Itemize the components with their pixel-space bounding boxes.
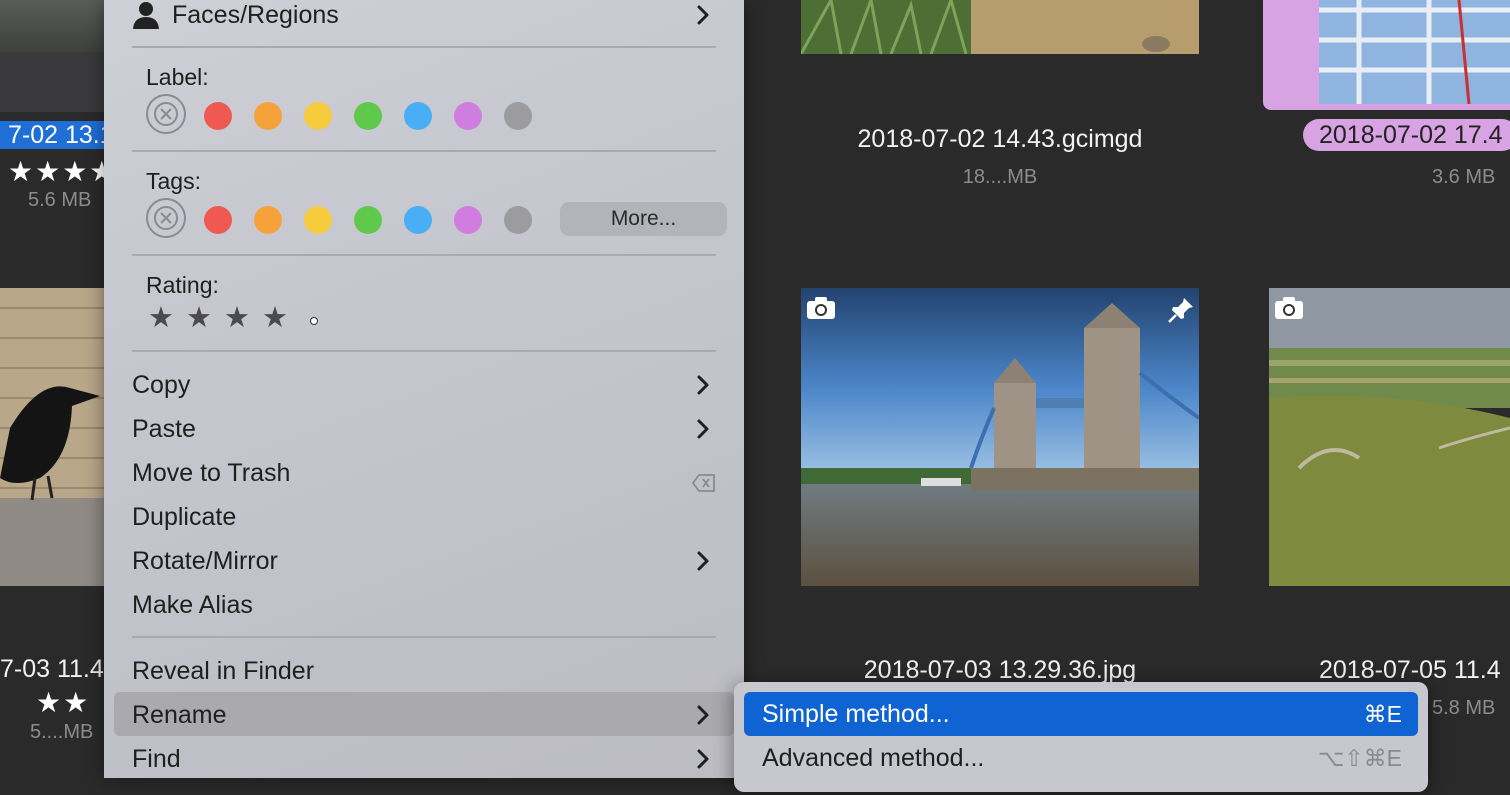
label-gray[interactable] [504, 102, 532, 130]
menu-item-label: Faces/Regions [172, 1, 339, 29]
label-red[interactable] [204, 102, 232, 130]
thumbnail-crow[interactable] [0, 288, 104, 586]
caption-mid-top[interactable]: 2018-07-02 14.43.gcimgd [801, 125, 1199, 154]
menu-item-label: Duplicate [132, 503, 237, 531]
tag-colors [146, 198, 546, 242]
chevron-right-icon [692, 693, 714, 737]
separator [132, 254, 716, 256]
keyboard-shortcut: ⌘E [1363, 701, 1402, 727]
tag-orange[interactable] [254, 206, 282, 234]
menu-item-label: Copy [132, 371, 191, 399]
menu-item-rename[interactable]: Rename [132, 693, 716, 737]
caption-left-bottom[interactable]: 7-03 11.4 [0, 655, 104, 684]
tag-yellow[interactable] [304, 206, 332, 234]
submenu-item-simple-method[interactable]: Simple method... ⌘E [744, 692, 1418, 736]
rating-star-2[interactable]: ★ [186, 300, 212, 335]
camera-icon [806, 296, 836, 320]
menu-item-faces-regions[interactable]: Faces/Regions [132, 0, 716, 37]
rating-star-3[interactable]: ★ [224, 300, 250, 335]
label-colors [146, 94, 546, 138]
menu-item-reveal-in-finder[interactable]: Reveal in Finder [132, 649, 716, 693]
menu-item-label: Paste [132, 415, 196, 443]
menu-item-find[interactable]: Find [132, 737, 716, 781]
menu-item-label: Rename [132, 701, 227, 729]
submenu-item-label: Simple method... [762, 700, 950, 728]
menu-item-make-alias[interactable]: Make Alias [132, 583, 716, 627]
label-orange[interactable] [254, 102, 282, 130]
submenu-item-advanced-method[interactable]: Advanced method... ⌥⇧⌘E [744, 736, 1418, 780]
separator [132, 636, 716, 638]
size-right-bottom: 5.8 MB [1432, 697, 1496, 719]
delete-key-icon [691, 463, 716, 492]
thumbnail-tower-bridge[interactable] [801, 288, 1199, 586]
person-icon [132, 0, 160, 30]
rename-submenu: Simple method... ⌘E Advanced method... ⌥… [734, 682, 1428, 792]
chevron-right-icon [692, 0, 714, 37]
caption-right-top[interactable]: 2018-07-02 17.4 [1303, 119, 1510, 151]
menu-item-label: Move to Trash [132, 459, 291, 487]
menu-item-paste[interactable]: Paste [132, 407, 716, 451]
submenu-item-label: Advanced method... [762, 744, 985, 772]
label-section-title: Label: [146, 64, 209, 90]
separator [132, 150, 716, 152]
separator [132, 46, 716, 48]
size-mid-top: 18....MB [962, 166, 1038, 188]
tag-green[interactable] [354, 206, 382, 234]
tag-blue[interactable] [404, 206, 432, 234]
rating-section-title: Rating: [146, 272, 219, 298]
chevron-right-icon [692, 407, 714, 451]
thumbnail-grass[interactable] [801, 0, 1199, 54]
pin-icon [1167, 296, 1197, 323]
label-green[interactable] [354, 102, 382, 130]
label-yellow[interactable] [304, 102, 332, 130]
label-purple[interactable] [454, 102, 482, 130]
thumbnail-top-left[interactable] [0, 0, 104, 52]
rating-star-1[interactable]: ★ [148, 300, 174, 335]
rating-left-bottom: ★★ [36, 687, 91, 718]
thumbnail-building-selected[interactable] [1263, 0, 1510, 110]
menu-item-label: Make Alias [132, 591, 253, 619]
menu-item-copy[interactable]: Copy [132, 363, 716, 407]
rating-left-top: ★★★★ [8, 156, 117, 187]
menu-item-rotate-mirror[interactable]: Rotate/Mirror [132, 539, 716, 583]
chevron-right-icon [692, 539, 714, 583]
tag-gray[interactable] [504, 206, 532, 234]
chevron-right-icon [692, 737, 714, 781]
size-right-top: 3.6 MB [1432, 166, 1496, 188]
rating-star-5-empty[interactable] [310, 317, 318, 325]
menu-item-duplicate[interactable]: Duplicate [132, 495, 716, 539]
menu-item-label: Find [132, 745, 181, 773]
caption-right-bottom[interactable]: 2018-07-05 11.4 [1319, 656, 1501, 685]
keyboard-shortcut: ⌥⇧⌘E [1317, 745, 1402, 771]
no-label-icon[interactable] [146, 94, 186, 134]
tag-purple[interactable] [454, 206, 482, 234]
label-blue[interactable] [404, 102, 432, 130]
caption-mid-bottom[interactable]: 2018-07-03 13.29.36.jpg [801, 656, 1199, 685]
rating-star-4[interactable]: ★ [262, 300, 288, 335]
no-tag-icon[interactable] [146, 198, 186, 238]
tags-section-title: Tags: [146, 168, 201, 194]
thumbnail-landscape[interactable] [1269, 288, 1510, 586]
menu-item-label: Rotate/Mirror [132, 547, 278, 575]
context-menu: Faces/Regions Label: Tags: More... Ratin… [104, 0, 744, 778]
menu-item-move-to-trash[interactable]: Move to Trash [132, 451, 716, 495]
size-left-bottom: 5....MB [30, 721, 94, 743]
separator [132, 350, 716, 352]
thumbnail-top-left-strip [0, 52, 104, 112]
size-left-top: 5.6 MB [28, 189, 92, 211]
more-tags-button[interactable]: More... [560, 202, 727, 236]
camera-icon [1274, 296, 1304, 320]
menu-item-label: Reveal in Finder [132, 657, 315, 685]
tag-red[interactable] [204, 206, 232, 234]
chevron-right-icon [692, 363, 714, 407]
